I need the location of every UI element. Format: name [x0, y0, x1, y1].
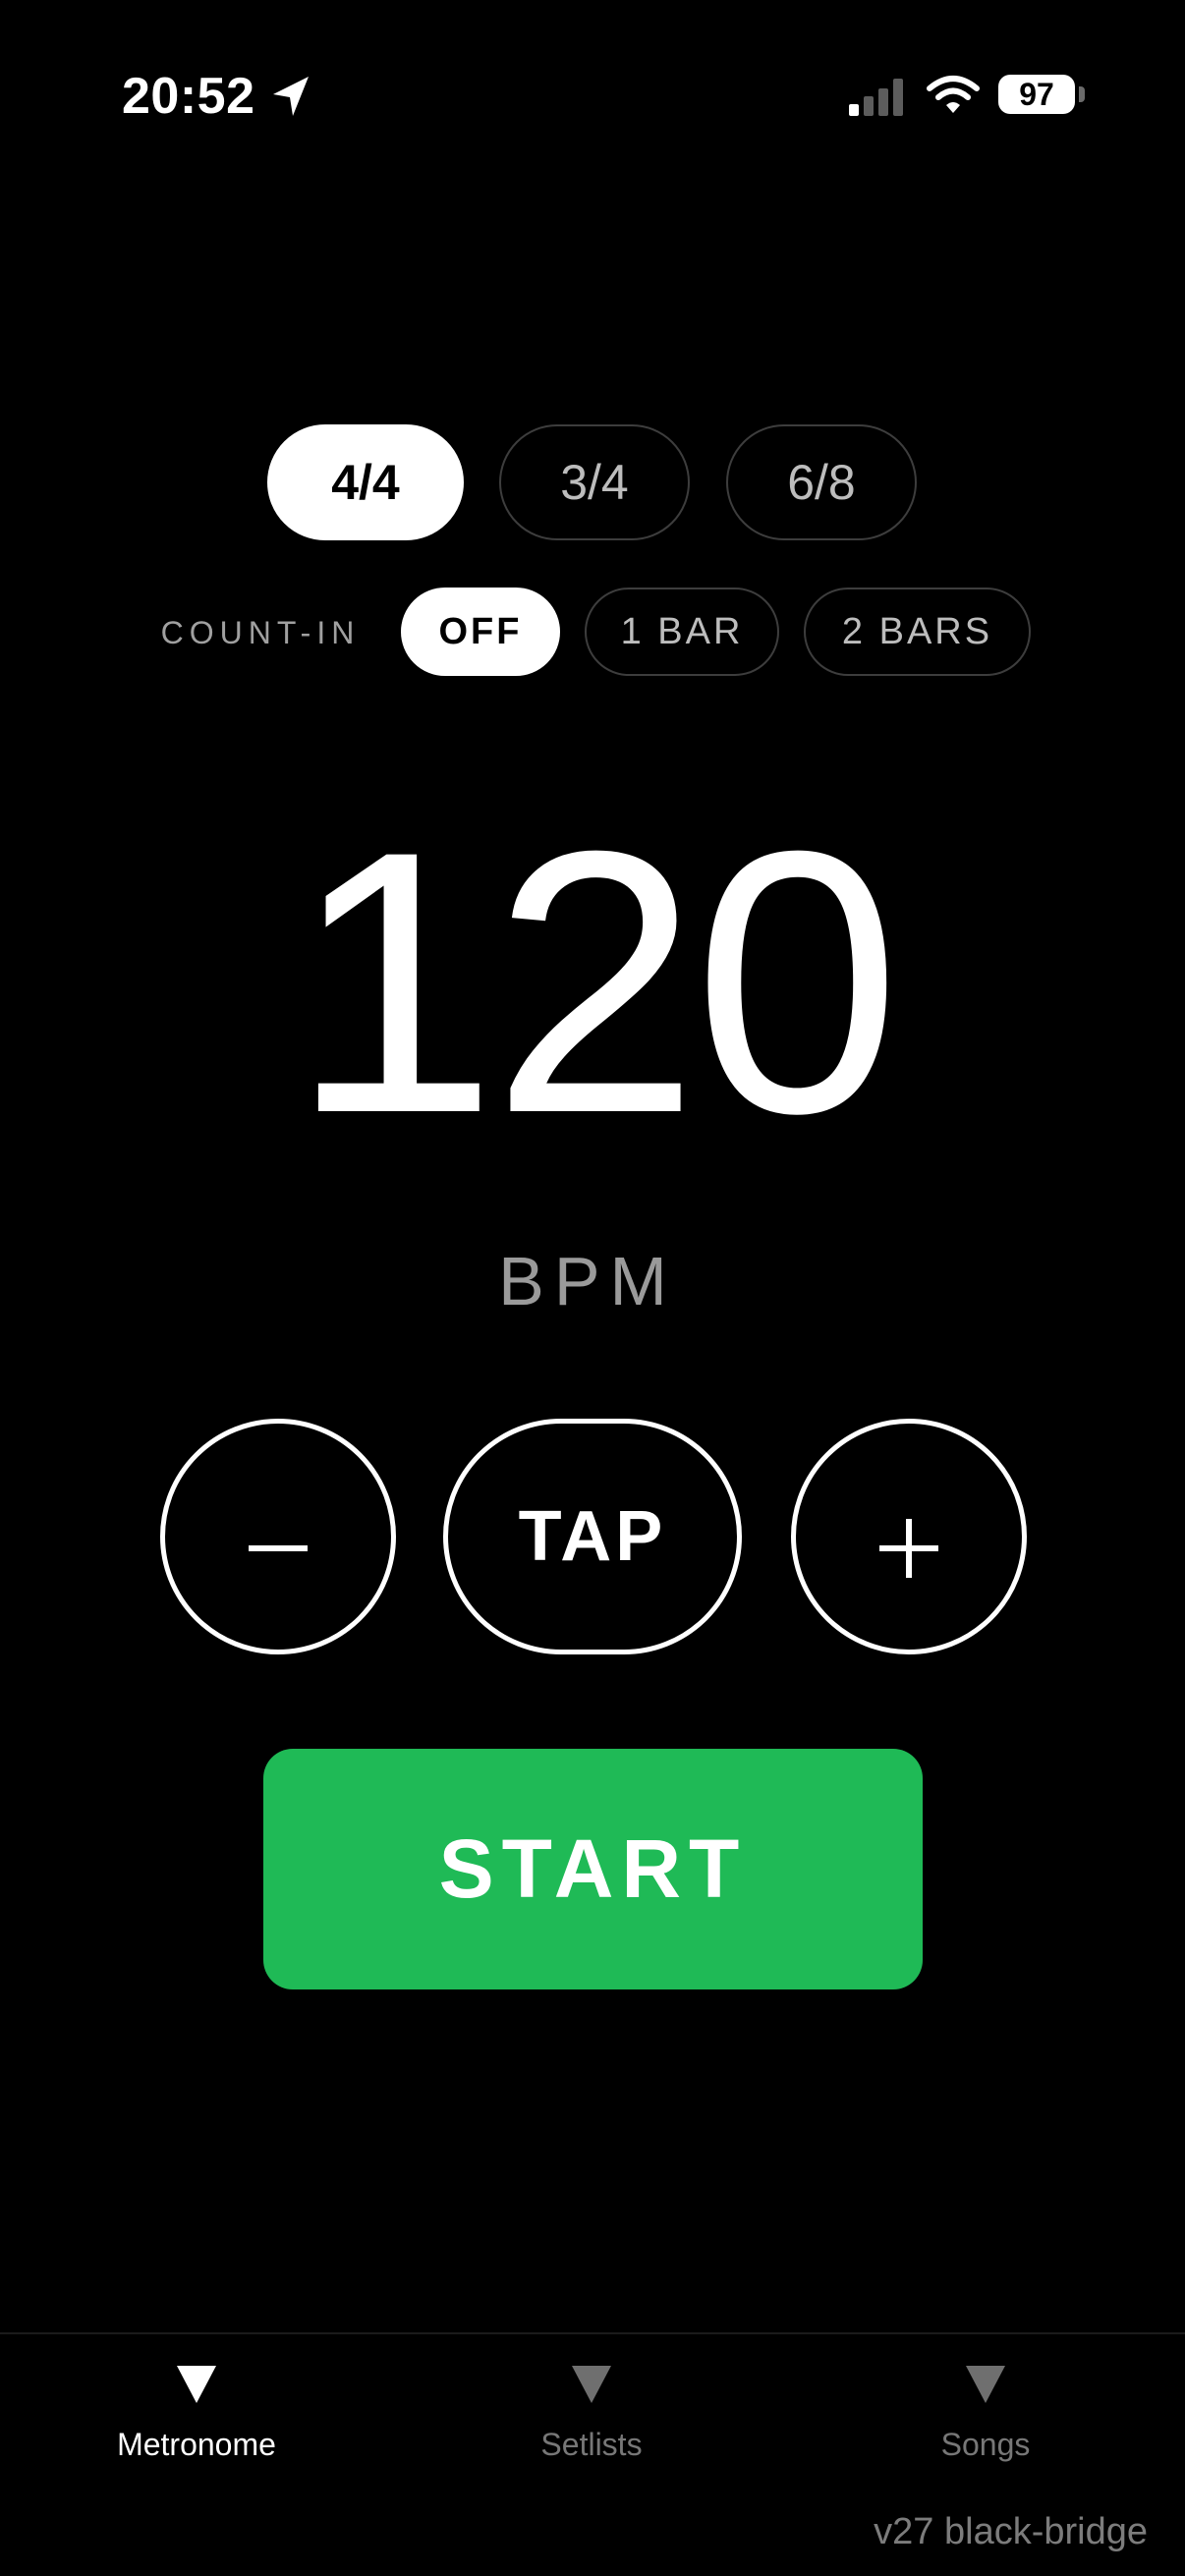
battery-cap: [1079, 86, 1085, 102]
time-signature-4-4[interactable]: 4/4: [267, 424, 464, 540]
tab-setlists[interactable]: Setlists: [444, 2354, 739, 2492]
tab-label: Setlists: [540, 2427, 643, 2462]
plus-icon: [879, 1519, 938, 1578]
tap-tempo-button[interactable]: TAP: [443, 1419, 742, 1654]
count-in-off[interactable]: OFF: [401, 588, 560, 676]
battery-level: 97: [1019, 77, 1054, 112]
time-signature-6-8[interactable]: 6/8: [726, 424, 917, 540]
minus-icon: [249, 1545, 308, 1551]
tab-metronome[interactable]: Metronome: [49, 2354, 344, 2492]
time-signature-3-4[interactable]: 3/4: [499, 424, 690, 540]
cellular-signal-icon: [849, 79, 906, 116]
tab-bar-divider: [0, 2332, 1185, 2334]
triangle-down-icon: [572, 2366, 611, 2403]
triangle-down-icon: [966, 2366, 1005, 2403]
wifi-icon: [926, 75, 981, 116]
tab-label: Songs: [940, 2427, 1031, 2462]
count-in-label: COUNT-IN: [160, 615, 361, 650]
count-in-2-bars[interactable]: 2 BARS: [804, 588, 1031, 676]
battery-indicator: 97: [998, 75, 1075, 114]
tab-songs[interactable]: Songs: [838, 2354, 1133, 2492]
bpm-unit-label: BPM: [498, 1243, 677, 1319]
location-arrow-icon: [269, 73, 312, 120]
bpm-value[interactable]: 120: [0, 786, 1185, 1179]
increase-bpm-button[interactable]: [791, 1419, 1027, 1654]
triangle-down-icon: [177, 2366, 216, 2403]
start-button[interactable]: START: [263, 1749, 923, 1989]
count-in-1-bar[interactable]: 1 BAR: [585, 588, 779, 676]
tab-label: Metronome: [117, 2427, 276, 2462]
status-time: 20:52: [122, 68, 255, 125]
version-label: v27 black-bridge: [874, 2511, 1148, 2552]
decrease-bpm-button[interactable]: [160, 1419, 396, 1654]
